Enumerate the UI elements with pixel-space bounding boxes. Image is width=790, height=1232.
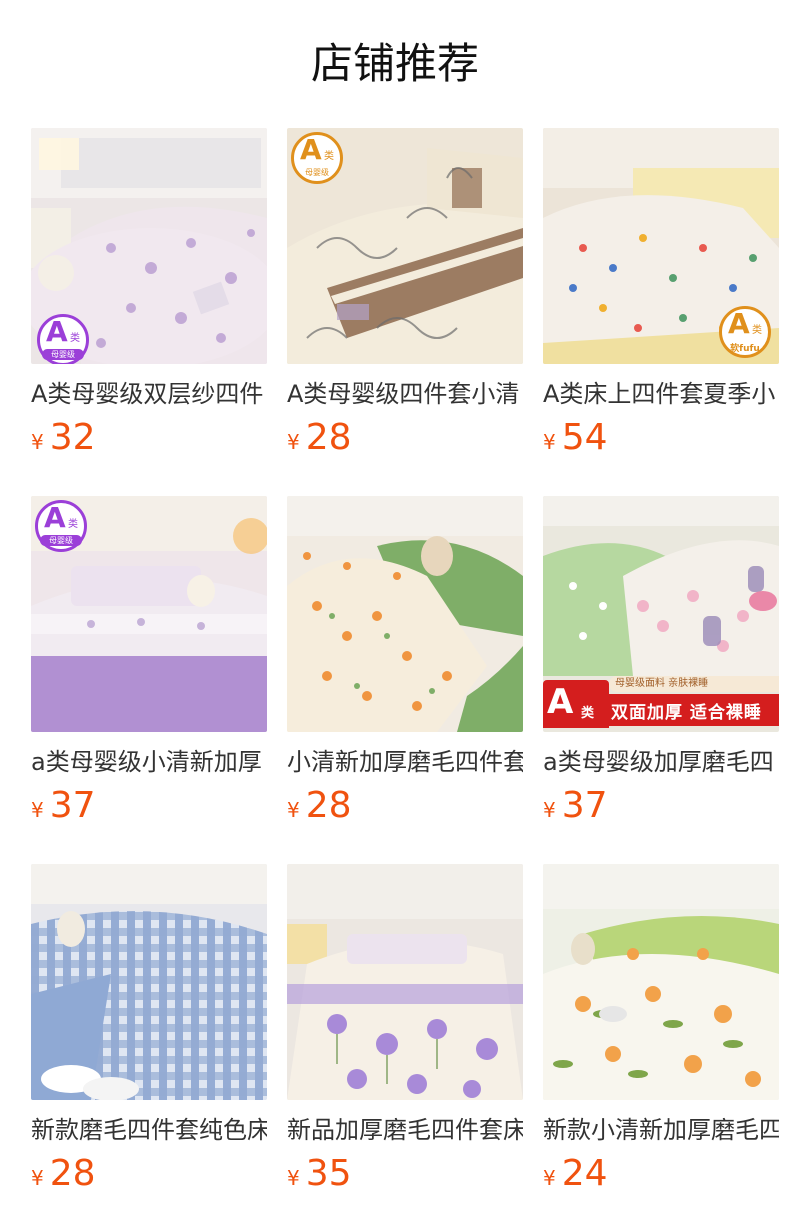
product-image[interactable] [287, 864, 523, 1100]
product-name[interactable]: 新品加厚磨毛四件套床 [287, 1114, 523, 1148]
product-name[interactable]: 新款小清新加厚磨毛四 [543, 1114, 779, 1148]
price-value: 32 [49, 417, 96, 458]
product-name[interactable]: A类床上四件套夏季小 [543, 378, 779, 412]
price-value: 24 [561, 1153, 608, 1194]
currency-symbol: ¥ [287, 1166, 300, 1190]
product-name[interactable]: A类母婴级双层纱四件 [31, 378, 267, 412]
page-title: 店铺推荐 [310, 39, 479, 88]
currency-symbol: ¥ [31, 1166, 44, 1190]
price-value: 35 [305, 1153, 352, 1194]
product-name[interactable]: A类母婴级四件套小清 [287, 378, 523, 412]
price: ¥32 [31, 416, 96, 460]
price: ¥37 [543, 784, 608, 828]
price: ¥28 [287, 416, 352, 460]
price-value: 37 [49, 785, 96, 826]
grade-a-badge-icon: A 类 软fufu [719, 306, 771, 358]
grade-a-badge-icon: A 类 母婴级 [35, 500, 87, 552]
price-value: 28 [305, 417, 352, 458]
price: ¥28 [287, 784, 352, 828]
currency-symbol: ¥ [31, 798, 44, 822]
product-name[interactable]: a类母婴级加厚磨毛四 [543, 746, 779, 780]
product-image[interactable]: 母婴级面料 亲肤裸睡 A 类 双面加厚 适合裸睡 [543, 496, 779, 732]
product-name[interactable]: 小清新加厚磨毛四件套 [287, 746, 523, 780]
product-image[interactable]: A 类 母婴级 [31, 496, 267, 732]
price: ¥54 [543, 416, 608, 460]
product-image[interactable]: A 类 母婴级 [287, 128, 523, 364]
price: ¥35 [287, 1152, 352, 1196]
currency-symbol: ¥ [543, 430, 556, 454]
price-value: 28 [49, 1153, 96, 1194]
product-image[interactable]: A 类 软fufu [543, 128, 779, 364]
product-name[interactable]: 新款磨毛四件套纯色床 [31, 1114, 267, 1148]
promo-banner: 母婴级面料 亲肤裸睡 A 类 双面加厚 适合裸睡 [543, 674, 779, 732]
grade-a-badge-icon: A 类 母婴级 [291, 132, 343, 184]
price: ¥24 [543, 1152, 608, 1196]
product-image[interactable] [31, 864, 267, 1100]
product-name[interactable]: a类母婴级小清新加厚 [31, 746, 267, 780]
product-image[interactable] [287, 496, 523, 732]
currency-symbol: ¥ [543, 798, 556, 822]
price-value: 54 [561, 417, 608, 458]
price-value: 28 [305, 785, 352, 826]
price-value: 37 [561, 785, 608, 826]
currency-symbol: ¥ [287, 798, 300, 822]
product-image[interactable]: A 类 母婴级 [31, 128, 267, 364]
price: ¥28 [31, 1152, 96, 1196]
product-image[interactable] [543, 864, 779, 1100]
price: ¥37 [31, 784, 96, 828]
currency-symbol: ¥ [31, 430, 44, 454]
currency-symbol: ¥ [287, 430, 300, 454]
product-grid: A 类 母婴级 A类母婴级双层纱四件 ¥32 A 类 母婴级 A类母婴级四件套小… [31, 128, 790, 1228]
grade-a-badge-icon: A 类 母婴级 [37, 314, 89, 364]
currency-symbol: ¥ [543, 1166, 556, 1190]
